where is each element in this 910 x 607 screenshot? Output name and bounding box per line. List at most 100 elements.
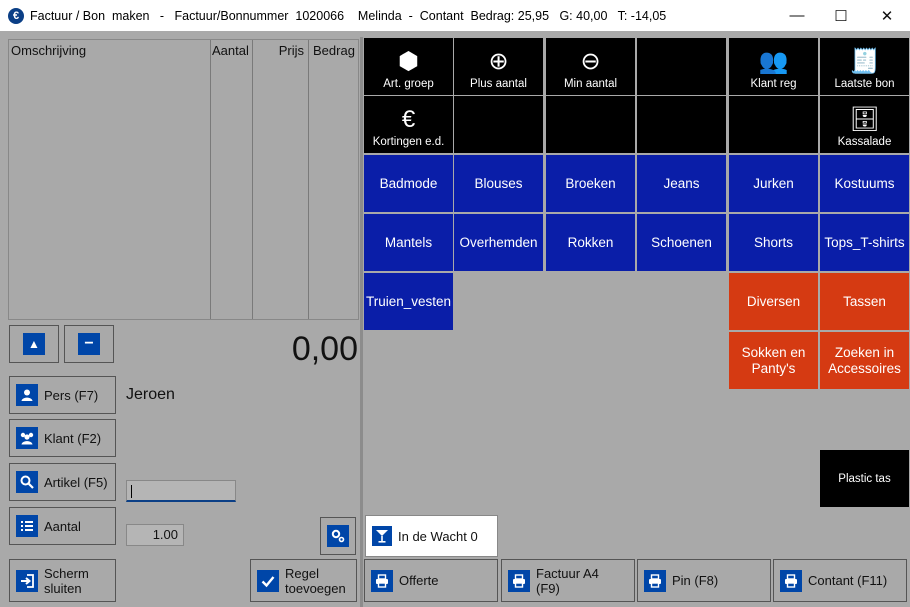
aantal-input[interactable]: 1.00 bbox=[126, 524, 184, 546]
printer-icon bbox=[644, 569, 666, 592]
printer-icon bbox=[371, 569, 393, 592]
salesperson-name: Jeroen bbox=[126, 386, 175, 403]
close-button[interactable]: ✕ bbox=[864, 0, 910, 31]
pers-label: Pers (F7) bbox=[44, 387, 99, 403]
euro-hand-icon: € bbox=[401, 106, 416, 133]
up-arrow-icon: ▲ bbox=[23, 333, 45, 355]
category-shorts[interactable]: Shorts bbox=[729, 214, 818, 271]
minus-icon: − bbox=[78, 333, 100, 355]
pin-label: Pin (F8) bbox=[672, 573, 719, 588]
title-bar: € Factuur / Bon maken - Factuur/Bonnumme… bbox=[0, 0, 910, 31]
art-groep-tile[interactable]: ⬢ Art. groep bbox=[364, 38, 453, 95]
min-aantal-tile[interactable]: ⊖ Min aantal bbox=[546, 38, 635, 95]
settings-button[interactable] bbox=[320, 517, 356, 555]
min-aantal-label: Min aantal bbox=[563, 78, 618, 90]
artikel-label: Artikel (F5) bbox=[44, 474, 108, 490]
plus-aantal-tile[interactable]: ⊕ Plus aantal bbox=[454, 38, 543, 95]
category-broeken[interactable]: Broeken bbox=[546, 155, 635, 212]
text-caret bbox=[131, 485, 132, 498]
remove-line-button[interactable]: − bbox=[64, 325, 114, 363]
plus-circle-icon: ⊕ bbox=[488, 48, 509, 75]
category-badmode[interactable]: Badmode bbox=[364, 155, 453, 212]
category-truien-vesten[interactable]: Truien_vesten bbox=[364, 273, 453, 330]
receipt-icon: 🧾 bbox=[849, 48, 880, 75]
sokken-line2: Panty's bbox=[751, 360, 796, 376]
pin-button[interactable]: Pin (F8) bbox=[637, 559, 771, 602]
kortingen-tile[interactable]: € Kortingen e.d. bbox=[364, 96, 453, 153]
checkmark-icon bbox=[257, 569, 279, 592]
category-mantels[interactable]: Mantels bbox=[364, 214, 453, 271]
search-icon bbox=[16, 471, 38, 493]
tassen-label: Tassen bbox=[843, 293, 886, 309]
empty-tile bbox=[454, 96, 543, 153]
cash-drawer-icon: 🗄 bbox=[849, 106, 880, 133]
category-jeans[interactable]: Jeans bbox=[637, 155, 726, 212]
category-schoenen[interactable]: Schoenen bbox=[637, 214, 726, 271]
empty-tile bbox=[546, 96, 635, 153]
regel-line2: toevoegen bbox=[285, 580, 346, 596]
scherm-line1: Scherm bbox=[44, 565, 89, 581]
column-divider bbox=[252, 40, 253, 319]
category-tassen[interactable]: Tassen bbox=[820, 273, 909, 330]
plastic-tas-tile[interactable]: Plastic tas bbox=[820, 450, 909, 507]
category-overhemden[interactable]: Overhemden bbox=[454, 214, 543, 271]
factuur-a4-label: Factuur A4 (F9) bbox=[536, 566, 599, 596]
factuur-a4-button[interactable]: Factuur A4 (F9) bbox=[501, 559, 635, 602]
header-bedrag: Bedrag bbox=[313, 43, 355, 58]
pers-button[interactable]: Pers (F7) bbox=[9, 376, 116, 414]
klant-reg-label: Klant reg bbox=[750, 78, 797, 90]
category-blouses[interactable]: Blouses bbox=[454, 155, 543, 212]
maximize-button[interactable]: ☐ bbox=[818, 0, 864, 31]
printer-icon bbox=[508, 569, 530, 592]
empty-tile bbox=[637, 96, 726, 153]
kassalade-label: Kassalade bbox=[837, 136, 892, 148]
laatste-bon-tile[interactable]: 🧾 Laatste bon bbox=[820, 38, 909, 95]
category-rokken[interactable]: Rokken bbox=[546, 214, 635, 271]
window-title: Factuur / Bon maken - Factuur/Bonnummer … bbox=[30, 8, 667, 23]
customers-icon bbox=[16, 427, 38, 449]
offerte-label: Offerte bbox=[399, 573, 439, 588]
category-zoeken-accessoires[interactable]: Zoeken in Accessoires bbox=[820, 332, 909, 389]
in-de-wacht-label: In de Wacht 0 bbox=[398, 528, 478, 544]
column-divider bbox=[210, 40, 211, 319]
cocktail-glass-icon bbox=[372, 526, 392, 546]
header-prijs: Prijs bbox=[278, 43, 304, 58]
scherm-sluiten-button[interactable]: Scherm sluiten bbox=[9, 559, 116, 602]
aantal-button[interactable]: Aantal bbox=[9, 507, 116, 545]
exit-icon bbox=[16, 569, 38, 592]
kassalade-tile[interactable]: 🗄 Kassalade bbox=[820, 96, 909, 153]
empty-tile bbox=[637, 38, 726, 95]
order-lines-table[interactable]: Omschrijving Aantal Prijs Bedrag bbox=[8, 39, 359, 320]
category-kostuums[interactable]: Kostuums bbox=[820, 155, 909, 212]
contant-button[interactable]: Contant (F11) bbox=[773, 559, 907, 602]
sokken-line1: Sokken en bbox=[741, 344, 806, 360]
person-icon bbox=[16, 384, 38, 406]
artikel-input[interactable] bbox=[126, 480, 236, 502]
regel-toevoegen-button[interactable]: Regel toevoegen bbox=[250, 559, 357, 602]
category-jurken[interactable]: Jurken bbox=[729, 155, 818, 212]
category-tops-t-shirts[interactable]: Tops_T-shirts bbox=[820, 214, 909, 271]
laatste-bon-label: Laatste bon bbox=[834, 78, 895, 90]
kortingen-label: Kortingen e.d. bbox=[372, 136, 445, 148]
zoeken-line2: Accessoires bbox=[828, 360, 901, 376]
contant-label: Contant (F11) bbox=[808, 573, 888, 588]
offerte-button[interactable]: Offerte bbox=[364, 559, 498, 602]
factuur-line2: (F9) bbox=[536, 580, 560, 596]
minimize-button[interactable]: — bbox=[774, 0, 820, 31]
empty-tile bbox=[729, 96, 818, 153]
klant-reg-tile[interactable]: 👥 Klant reg bbox=[729, 38, 818, 95]
category-sokken-panty[interactable]: Sokken en Panty's bbox=[729, 332, 818, 389]
klant-button[interactable]: Klant (F2) bbox=[9, 419, 116, 457]
in-de-wacht-button[interactable]: In de Wacht 0 bbox=[365, 515, 498, 557]
boxes-icon: ⬢ bbox=[398, 48, 419, 75]
column-divider bbox=[308, 40, 309, 319]
artikel-button[interactable]: Artikel (F5) bbox=[9, 463, 116, 501]
factuur-line1: Factuur A4 bbox=[536, 565, 599, 581]
plus-aantal-label: Plus aantal bbox=[470, 78, 527, 90]
group-icon: 👥 bbox=[758, 48, 789, 75]
category-diversen[interactable]: Diversen bbox=[729, 273, 818, 330]
scroll-up-button[interactable]: ▲ bbox=[9, 325, 59, 363]
printer-icon bbox=[780, 569, 802, 592]
art-groep-label: Art. groep bbox=[383, 78, 434, 90]
header-omschrijving: Omschrijving bbox=[11, 43, 87, 58]
